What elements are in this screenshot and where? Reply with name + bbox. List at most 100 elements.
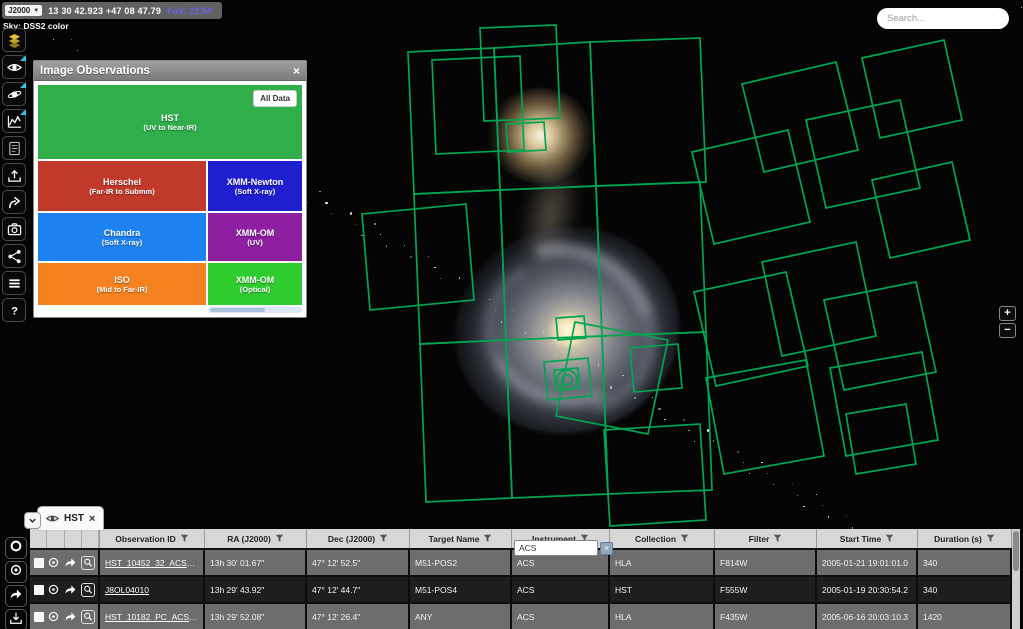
center-on-row-icon[interactable] xyxy=(47,556,61,570)
observation-footprint[interactable] xyxy=(432,56,524,154)
zoom-out-button[interactable]: − xyxy=(999,323,1016,338)
filter-clear-icon[interactable]: × xyxy=(600,542,613,555)
table-row[interactable]: J8OL0401013h 29' 43.92"47° 12' 44.7"M51-… xyxy=(30,577,1012,604)
row-checkbox[interactable] xyxy=(34,558,44,568)
column-header[interactable]: Start Time xyxy=(817,529,918,548)
observation-footprint[interactable] xyxy=(506,122,546,152)
observation-footprint[interactable] xyxy=(500,186,602,340)
center-on-row-icon[interactable] xyxy=(47,610,61,624)
observation-footprint[interactable] xyxy=(494,42,596,190)
column-header[interactable]: Dec (J2000) xyxy=(307,529,410,548)
column-header[interactable]: Target Name xyxy=(410,529,512,548)
download-button[interactable] xyxy=(5,609,27,629)
filter-funnel-icon[interactable] xyxy=(275,534,284,543)
mission-block-chandra[interactable]: Chandra (Soft X-ray) xyxy=(38,213,206,261)
observation-footprint[interactable] xyxy=(604,424,706,526)
observation-id-link[interactable]: J8OL04010 xyxy=(105,585,149,595)
observation-footprint[interactable] xyxy=(862,40,962,138)
column-header[interactable]: Duration (s) xyxy=(918,529,1012,548)
column-header[interactable]: Observation ID xyxy=(100,529,205,548)
filter-funnel-icon[interactable] xyxy=(680,534,689,543)
publications-button[interactable] xyxy=(2,136,26,160)
panel-horizontal-scrollbar[interactable] xyxy=(208,307,302,313)
zoom-in-button[interactable]: + xyxy=(999,306,1016,321)
column-header[interactable]: Filter xyxy=(715,529,817,548)
observation-footprint[interactable] xyxy=(830,352,938,456)
observation-footprint-circle[interactable] xyxy=(557,370,577,390)
share-button[interactable] xyxy=(2,244,26,268)
screenshot-icon xyxy=(7,222,22,237)
tab-hst-results[interactable]: HST × xyxy=(37,506,104,530)
mission-block-xmm-om-uv[interactable]: XMM-OM (UV) xyxy=(208,213,302,261)
instrument-filter-input[interactable] xyxy=(514,540,598,556)
filter-funnel-icon[interactable] xyxy=(885,534,894,543)
observation-id-link[interactable]: HST_10182_PC_ACS_WFC_T01 xyxy=(105,612,198,622)
table-side-toolbar xyxy=(5,537,27,629)
observations-button[interactable] xyxy=(2,55,26,79)
preview-magnifier-icon[interactable] xyxy=(81,583,95,597)
column-header[interactable]: Collection xyxy=(610,529,715,548)
multitarget-button[interactable] xyxy=(2,190,26,214)
skies-button[interactable] xyxy=(2,28,26,52)
observation-footprint[interactable] xyxy=(420,340,512,502)
center-on-row-icon[interactable] xyxy=(47,583,61,597)
center-selection-button[interactable] xyxy=(5,561,27,583)
mission-block-herschel[interactable]: Herschel (Far-IR to Submm) xyxy=(38,161,206,211)
table-collapse-button[interactable] xyxy=(24,512,41,529)
filter-funnel-icon[interactable] xyxy=(773,534,782,543)
filter-funnel-icon[interactable] xyxy=(986,534,995,543)
observation-footprint[interactable] xyxy=(846,404,916,474)
send-row-icon[interactable] xyxy=(64,610,78,624)
column-header[interactable]: RA (J2000) xyxy=(205,529,307,548)
observation-footprint[interactable] xyxy=(706,360,824,474)
close-icon[interactable]: × xyxy=(293,65,300,77)
menu-button[interactable] xyxy=(2,271,26,295)
row-checkbox[interactable] xyxy=(34,612,44,622)
scrollbar-thumb[interactable] xyxy=(1013,531,1019,571)
observation-footprint[interactable] xyxy=(824,282,936,390)
observation-footprint[interactable] xyxy=(742,62,858,172)
spectra-button[interactable] xyxy=(2,109,26,133)
filter-funnel-icon[interactable] xyxy=(379,534,388,543)
observation-footprint[interactable] xyxy=(630,344,682,392)
observation-footprint[interactable] xyxy=(596,182,706,336)
table-vertical-scrollbar[interactable] xyxy=(1012,529,1020,629)
mission-block-xmm-newton[interactable]: XMM-Newton (Soft X-ray) xyxy=(208,161,302,211)
mission-block-hst[interactable]: HST (UV to Near-IR)All Data xyxy=(38,85,302,159)
panel-header[interactable]: Image Observations × xyxy=(34,61,306,81)
share-icon xyxy=(7,249,22,264)
observation-id-link[interactable]: HST_10452_32_ACS_WFC_F814W xyxy=(105,558,198,568)
observation-footprint[interactable] xyxy=(806,100,920,208)
send-selection-button[interactable] xyxy=(5,585,27,607)
frame-select[interactable]: J2000 ▼ xyxy=(5,5,42,16)
observation-footprint[interactable] xyxy=(414,190,506,344)
help-button[interactable]: ? xyxy=(2,298,26,322)
tab-close-icon[interactable]: × xyxy=(89,513,95,525)
table-row[interactable]: HST_10182_PC_ACS_WFC_T0113h 29' 52.08"47… xyxy=(30,604,1012,629)
preview-magnifier-icon[interactable] xyxy=(81,556,95,570)
scrollbar-thumb[interactable] xyxy=(210,308,265,312)
mission-block-xmm-om-optical[interactable]: XMM-OM (Optical) xyxy=(208,263,302,305)
multitarget-icon xyxy=(7,195,22,210)
catalogues-button[interactable] xyxy=(2,82,26,106)
observation-footprint[interactable] xyxy=(602,332,712,494)
observation-footprint[interactable] xyxy=(762,242,876,356)
preview-magnifier-icon[interactable] xyxy=(81,610,95,624)
observation-footprint[interactable] xyxy=(692,130,810,244)
search-input[interactable] xyxy=(887,13,999,24)
screenshot-button[interactable] xyxy=(2,217,26,241)
all-data-button[interactable]: All Data xyxy=(253,90,297,107)
clear-selection-button[interactable] xyxy=(5,537,27,559)
upload-button[interactable] xyxy=(2,163,26,187)
send-row-icon[interactable] xyxy=(64,556,78,570)
send-row-icon[interactable] xyxy=(64,583,78,597)
filter-funnel-icon[interactable] xyxy=(483,534,492,543)
observation-footprint[interactable] xyxy=(590,38,706,186)
row-actions xyxy=(30,604,100,629)
filter-funnel-icon[interactable] xyxy=(180,534,189,543)
mission-block-iso[interactable]: ISO (Mid to Far-IR) xyxy=(38,263,206,305)
row-checkbox[interactable] xyxy=(34,585,44,595)
observation-footprint[interactable] xyxy=(694,272,808,386)
observation-footprint[interactable] xyxy=(872,162,970,258)
observation-footprint[interactable] xyxy=(544,358,592,400)
